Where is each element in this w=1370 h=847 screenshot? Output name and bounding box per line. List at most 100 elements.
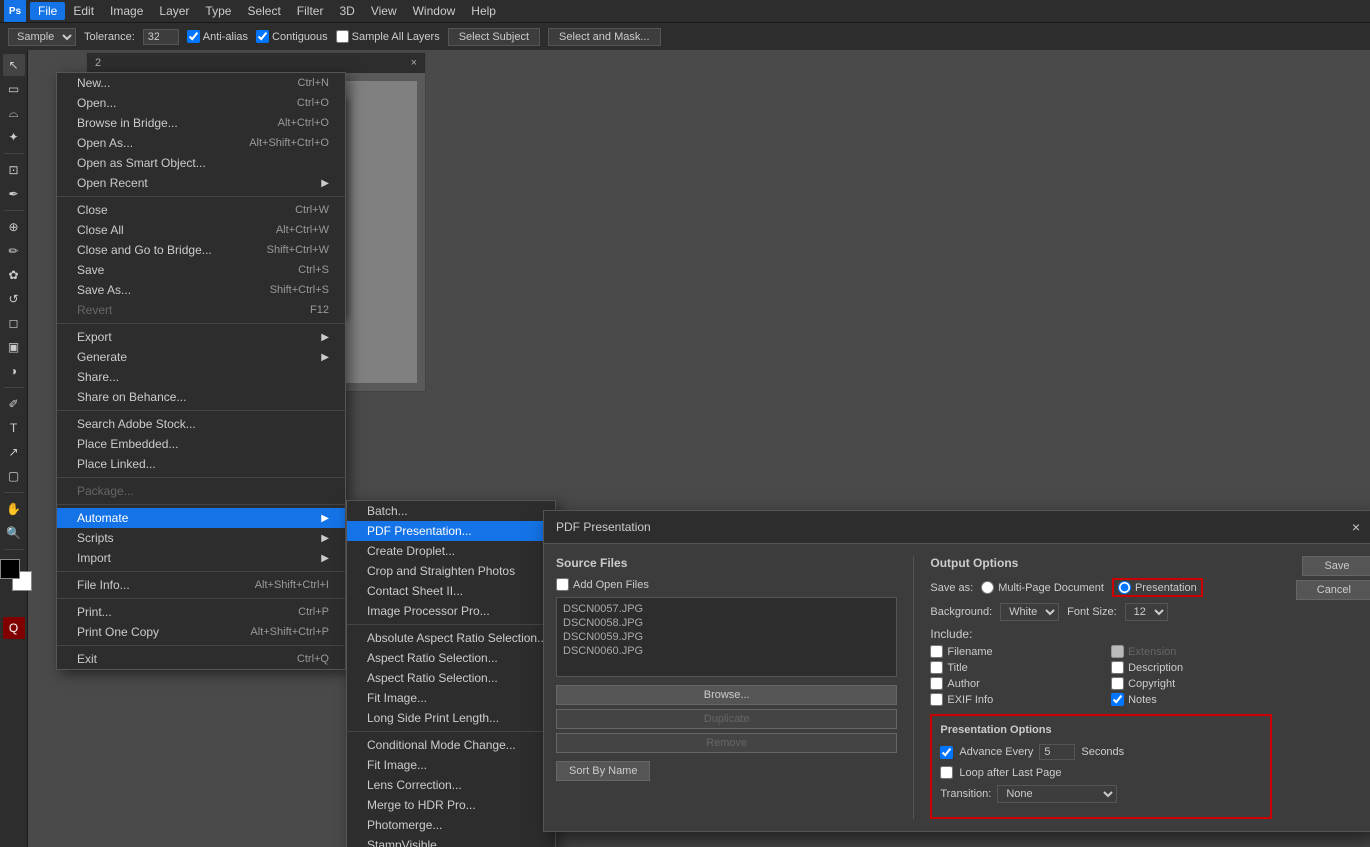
move-tool[interactable]: ↖ <box>3 54 25 76</box>
multi-page-option[interactable]: Multi-Page Document <box>981 581 1104 594</box>
marquee-tool[interactable]: ▭ <box>3 78 25 100</box>
automate-aspect-ratio-1[interactable]: Aspect Ratio Selection... <box>347 648 555 668</box>
menu-view[interactable]: View <box>363 2 405 20</box>
menu-open-as[interactable]: Open As...Alt+Shift+Ctrl+O <box>57 133 345 153</box>
loop-checkbox[interactable] <box>940 766 953 779</box>
menu-edit[interactable]: Edit <box>65 2 102 20</box>
menu-exit[interactable]: ExitCtrl+Q <box>57 649 345 669</box>
browse-button[interactable]: Browse... <box>556 685 897 705</box>
history-brush-tool[interactable]: ↺ <box>3 288 25 310</box>
menu-save[interactable]: SaveCtrl+S <box>57 260 345 280</box>
menu-image[interactable]: Image <box>102 2 151 20</box>
automate-conditional-mode[interactable]: Conditional Mode Change... <box>347 735 555 755</box>
sample-all-checkbox[interactable] <box>336 30 349 43</box>
file-item-2[interactable]: DSCN0059.JPG <box>561 630 892 644</box>
menu-adobe-stock[interactable]: Search Adobe Stock... <box>57 414 345 434</box>
menu-open[interactable]: Open...Ctrl+O <box>57 93 345 113</box>
lasso-tool[interactable]: ⌓ <box>3 102 25 124</box>
automate-long-side[interactable]: Long Side Print Length... <box>347 708 555 728</box>
menu-close[interactable]: CloseCtrl+W <box>57 200 345 220</box>
filename-checkbox[interactable] <box>930 645 943 658</box>
presentation-radio[interactable] <box>1118 581 1131 594</box>
menu-package[interactable]: Package... <box>57 481 345 501</box>
menu-close-bridge[interactable]: Close and Go to Bridge...Shift+Ctrl+W <box>57 240 345 260</box>
healing-tool[interactable]: ⊕ <box>3 216 25 238</box>
anti-alias-checkbox[interactable] <box>187 30 200 43</box>
cancel-button[interactable]: Cancel <box>1296 580 1370 600</box>
multi-page-radio[interactable] <box>981 581 994 594</box>
menu-generate[interactable]: Generate▶ <box>57 347 345 367</box>
title-checkbox[interactable] <box>930 661 943 674</box>
menu-3d[interactable]: 3D <box>331 2 362 20</box>
menu-save-as[interactable]: Save As...Shift+Ctrl+S <box>57 280 345 300</box>
menu-close-all[interactable]: Close AllAlt+Ctrl+W <box>57 220 345 240</box>
pdf-dialog-close-button[interactable]: × <box>1352 519 1360 535</box>
clone-tool[interactable]: ✿ <box>3 264 25 286</box>
automate-lens-correction[interactable]: Lens Correction... <box>347 775 555 795</box>
brush-tool[interactable]: ✏ <box>3 240 25 262</box>
menu-window[interactable]: Window <box>405 2 464 20</box>
menu-type[interactable]: Type <box>197 2 239 20</box>
menu-new[interactable]: New...Ctrl+N <box>57 73 345 93</box>
sample-dropdown[interactable]: Sample <box>8 28 76 46</box>
menu-share-behance[interactable]: Share on Behance... <box>57 387 345 407</box>
sample-all-label[interactable]: Sample All Layers <box>336 30 440 43</box>
contiguous-label[interactable]: Contiguous <box>256 30 328 43</box>
include-filename[interactable]: Filename <box>930 645 1091 658</box>
menu-print[interactable]: Print...Ctrl+P <box>57 602 345 622</box>
include-notes[interactable]: Notes <box>1111 693 1272 706</box>
quick-mask-tool[interactable]: Q <box>3 617 25 639</box>
font-size-select[interactable]: 12 <box>1125 603 1168 621</box>
automate-create-droplet[interactable]: Create Droplet... <box>347 541 555 561</box>
save-button[interactable]: Save <box>1302 556 1370 576</box>
automate-image-processor[interactable]: Image Processor Pro... <box>347 601 555 621</box>
menu-file[interactable]: File <box>30 2 65 20</box>
copyright-checkbox[interactable] <box>1111 677 1124 690</box>
hand-tool[interactable]: ✋ <box>3 498 25 520</box>
menu-print-one[interactable]: Print One CopyAlt+Shift+Ctrl+P <box>57 622 345 642</box>
menu-open-smart[interactable]: Open as Smart Object... <box>57 153 345 173</box>
text-tool[interactable]: T <box>3 417 25 439</box>
background-select[interactable]: White <box>1000 603 1059 621</box>
automate-stamp-visible[interactable]: StampVisible <box>347 835 555 847</box>
shape-tool[interactable]: ▢ <box>3 465 25 487</box>
select-subject-button[interactable]: Select Subject <box>448 28 540 46</box>
duplicate-button[interactable]: Duplicate <box>556 709 897 729</box>
pen-tool[interactable]: ✐ <box>3 393 25 415</box>
crop-tool[interactable]: ⊡ <box>3 159 25 181</box>
menu-scripts[interactable]: Scripts▶ <box>57 528 345 548</box>
menu-layer[interactable]: Layer <box>151 2 197 20</box>
menu-automate[interactable]: Automate▶ <box>57 508 345 528</box>
include-title[interactable]: Title <box>930 661 1091 674</box>
automate-crop-straighten[interactable]: Crop and Straighten Photos <box>347 561 555 581</box>
notes-checkbox[interactable] <box>1111 693 1124 706</box>
zoom-tool[interactable]: 🔍 <box>3 522 25 544</box>
menu-import[interactable]: Import▶ <box>57 548 345 568</box>
menu-open-recent[interactable]: Open Recent▶ <box>57 173 345 193</box>
include-copyright[interactable]: Copyright <box>1111 677 1272 690</box>
eyedropper-tool[interactable]: ✒ <box>3 183 25 205</box>
menu-select[interactable]: Select <box>239 2 288 20</box>
automate-abs-aspect[interactable]: Absolute Aspect Ratio Selection... <box>347 628 555 648</box>
path-selection-tool[interactable]: ↗ <box>3 441 25 463</box>
sort-by-name-button[interactable]: Sort By Name <box>556 761 650 781</box>
menu-place-linked[interactable]: Place Linked... <box>57 454 345 474</box>
advance-every-checkbox[interactable] <box>940 746 953 759</box>
contiguous-checkbox[interactable] <box>256 30 269 43</box>
exif-checkbox[interactable] <box>930 693 943 706</box>
foreground-color-swatch[interactable] <box>0 559 20 579</box>
file-item-0[interactable]: DSCN0057.JPG <box>561 602 892 616</box>
tolerance-input[interactable] <box>143 29 179 45</box>
menu-export[interactable]: Export▶ <box>57 327 345 347</box>
automate-fit-image-2[interactable]: Fit Image... <box>347 755 555 775</box>
file-item-1[interactable]: DSCN0058.JPG <box>561 616 892 630</box>
anti-alias-label[interactable]: Anti-alias <box>187 30 248 43</box>
add-open-files-label[interactable]: Add Open Files <box>556 578 897 591</box>
transition-select[interactable]: None <box>997 785 1117 803</box>
include-author[interactable]: Author <box>930 677 1091 690</box>
add-open-files-checkbox[interactable] <box>556 578 569 591</box>
magic-wand-tool[interactable]: ✦ <box>3 126 25 148</box>
menu-help[interactable]: Help <box>463 2 504 20</box>
automate-fit-image[interactable]: Fit Image... <box>347 688 555 708</box>
menu-file-info[interactable]: File Info...Alt+Shift+Ctrl+I <box>57 575 345 595</box>
